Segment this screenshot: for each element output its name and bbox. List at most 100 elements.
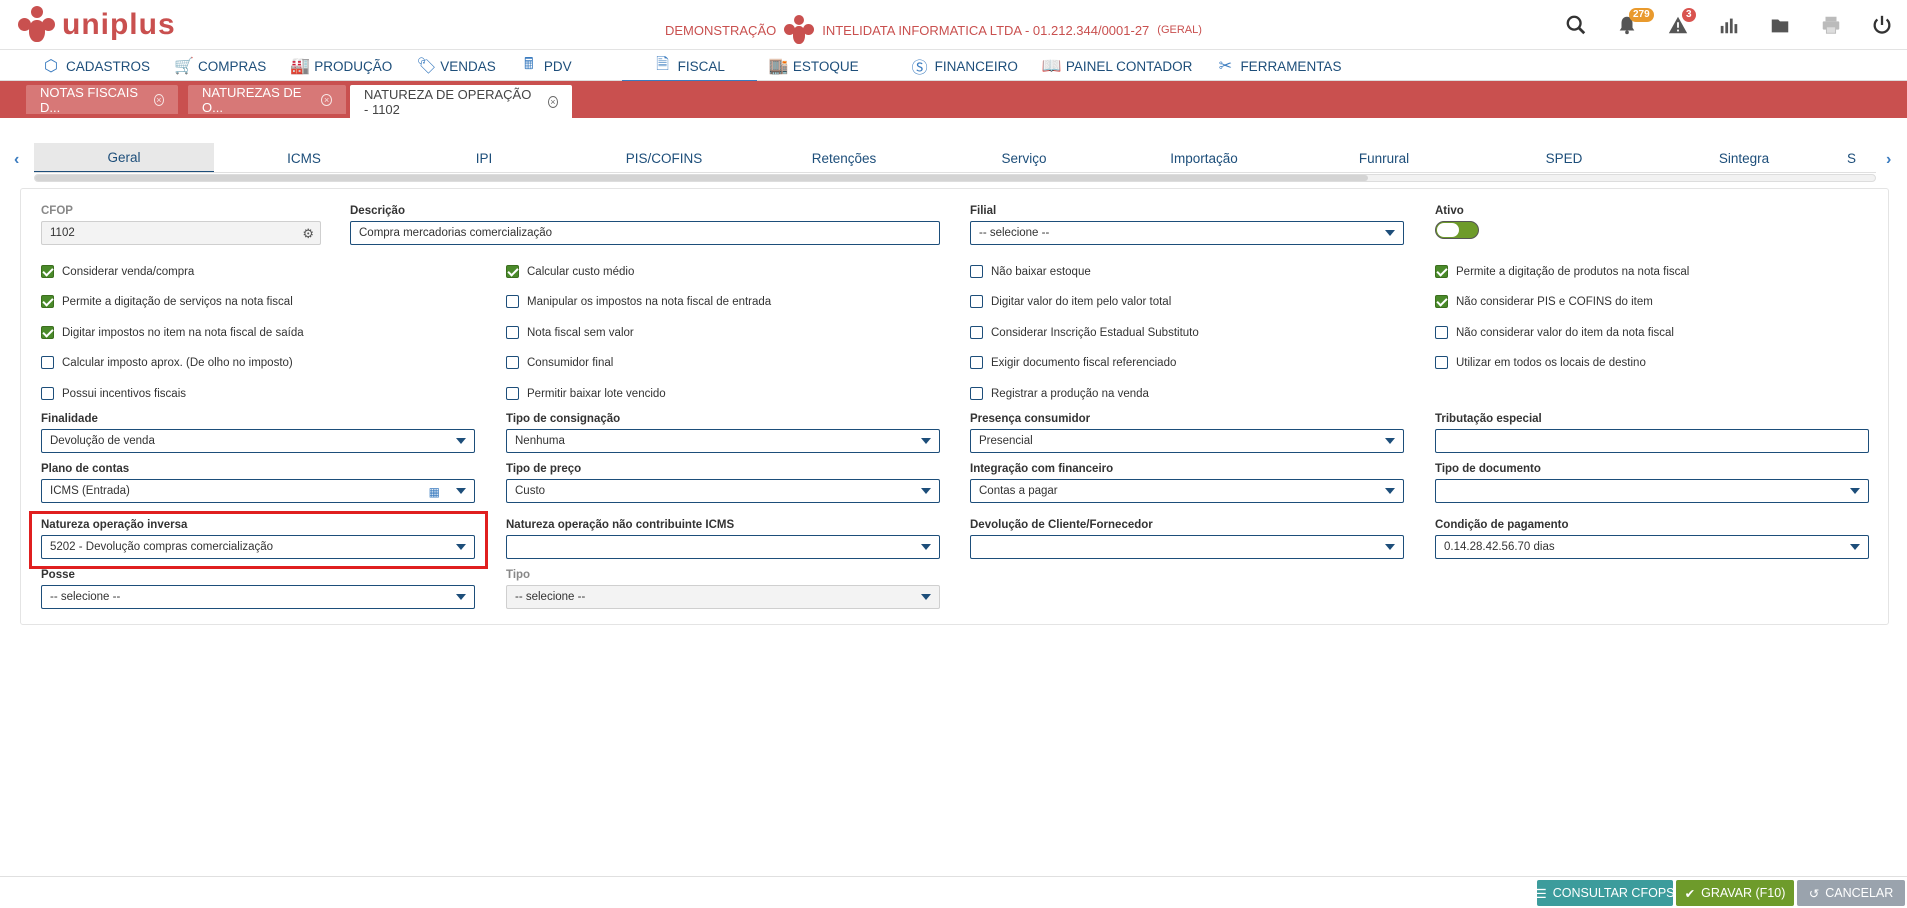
tab-pis-cofins[interactable]: PIS/COFINS bbox=[574, 143, 754, 172]
checkbox-box[interactable] bbox=[506, 356, 519, 369]
tipo-consignacao-select[interactable]: Nenhuma bbox=[506, 429, 940, 453]
tab-retencoes[interactable]: Retenções bbox=[754, 143, 934, 172]
integracao-financeiro-select[interactable]: Contas a pagar bbox=[970, 479, 1404, 503]
descricao-input[interactable]: Compra mercadorias comercialização bbox=[350, 221, 940, 245]
checkbox-calcular-custo-medio[interactable]: Calcular custo médio bbox=[506, 265, 634, 278]
checkbox-exigir-documento-referenciado[interactable]: Exigir documento fiscal referenciado bbox=[970, 356, 1176, 369]
checkbox-box[interactable] bbox=[970, 356, 983, 369]
checkbox-box[interactable] bbox=[1435, 326, 1448, 339]
tab-sped[interactable]: SPED bbox=[1474, 143, 1654, 172]
checkbox-box[interactable] bbox=[970, 326, 983, 339]
checkbox-manipular-impostos[interactable]: Manipular os impostos na nota fiscal de … bbox=[506, 295, 771, 308]
company-name: INTELIDATA INFORMATICA LTDA - 01.212.344… bbox=[822, 22, 1150, 38]
tab-funrural[interactable]: Funrural bbox=[1294, 143, 1474, 172]
devolucao-cliente-select[interactable] bbox=[970, 535, 1404, 559]
checkbox-box[interactable] bbox=[1435, 356, 1448, 369]
checkbox-digitar-valor-item[interactable]: Digitar valor do item pelo valor total bbox=[970, 295, 1171, 308]
checkbox-box[interactable] bbox=[506, 326, 519, 339]
nav-painel-contador[interactable]: 📖 PAINEL CONTADOR bbox=[1030, 51, 1205, 81]
chevron-right-icon[interactable]: › bbox=[1886, 151, 1891, 169]
cfop-input[interactable]: 1102 ⚙ bbox=[41, 221, 321, 245]
cancelar-button[interactable]: ↺ CANCELAR bbox=[1797, 880, 1905, 906]
checkbox-permite-digitacao-servicos[interactable]: Permite a digitação de serviços na nota … bbox=[41, 295, 293, 308]
tab-ipi[interactable]: IPI bbox=[394, 143, 574, 172]
checkbox-box[interactable] bbox=[506, 295, 519, 308]
close-icon[interactable]: × bbox=[321, 93, 332, 106]
nav-ferramentas[interactable]: ✂ FERRAMENTAS bbox=[1204, 51, 1353, 81]
checkbox-box[interactable] bbox=[41, 326, 54, 339]
nav-financeiro[interactable]: Ⓢ FINANCEIRO bbox=[899, 51, 1030, 81]
checkbox-registrar-producao-venda[interactable]: Registrar a produção na venda bbox=[970, 387, 1149, 400]
tab-geral[interactable]: Geral bbox=[34, 143, 214, 172]
tab-importacao[interactable]: Importação bbox=[1114, 143, 1294, 172]
checkbox-box[interactable] bbox=[970, 295, 983, 308]
plano-contas-select[interactable]: ICMS (Entrada) ▦ bbox=[41, 479, 475, 503]
checkbox-box[interactable] bbox=[41, 265, 54, 278]
presenca-consumidor-select[interactable]: Presencial bbox=[970, 429, 1404, 453]
nav-fiscal[interactable]: 🗎 FISCAL bbox=[621, 51, 758, 82]
finalidade-select[interactable]: Devolução de venda bbox=[41, 429, 475, 453]
checkbox-box[interactable] bbox=[41, 356, 54, 369]
chevron-left-icon[interactable]: ‹ bbox=[14, 151, 19, 169]
checkbox-considerar-venda-compra[interactable]: Considerar venda/compra bbox=[41, 265, 194, 278]
scrollbar-thumb[interactable] bbox=[35, 175, 1368, 181]
gear-icon[interactable]: ⚙ bbox=[302, 226, 314, 242]
checkbox-nao-considerar-pis-cofins[interactable]: Não considerar PIS e COFINS do item bbox=[1435, 295, 1653, 308]
printer-icon[interactable] bbox=[1805, 0, 1856, 50]
tabs-scrollbar[interactable] bbox=[34, 174, 1876, 182]
tab-sintegra[interactable]: Sintegra bbox=[1654, 143, 1834, 172]
checkbox-utilizar-todos-locais[interactable]: Utilizar em todos os locais de destino bbox=[1435, 356, 1646, 369]
checkbox-box[interactable] bbox=[970, 387, 983, 400]
nav-pdv[interactable]: 🖩 PDV bbox=[508, 51, 622, 81]
logo[interactable]: uniplus bbox=[18, 6, 176, 44]
search-icon[interactable] bbox=[1550, 0, 1601, 50]
checkbox-box[interactable] bbox=[1435, 295, 1448, 308]
power-icon[interactable] bbox=[1856, 0, 1907, 50]
reports-chart-icon[interactable] bbox=[1703, 0, 1754, 50]
alert-triangle-icon[interactable]: 3 bbox=[1652, 0, 1703, 50]
checkbox-possui-incentivos[interactable]: Possui incentivos fiscais bbox=[41, 387, 186, 400]
nav-cadastros[interactable]: ⬡ CADASTROS bbox=[30, 51, 162, 81]
tab-icms[interactable]: ICMS bbox=[214, 143, 394, 172]
doc-tab-naturezas[interactable]: NATUREZAS DE O... × bbox=[188, 85, 346, 115]
checkbox-permitir-lote-vencido[interactable]: Permitir baixar lote vencido bbox=[506, 387, 666, 400]
natureza-nao-contribuinte-select[interactable] bbox=[506, 535, 940, 559]
doc-tab-notas-fiscais[interactable]: NOTAS FISCAIS D... × bbox=[26, 85, 178, 115]
checkbox-inscricao-estadual-substituto[interactable]: Considerar Inscrição Estadual Substituto bbox=[970, 326, 1199, 339]
nav-compras[interactable]: 🛒 COMPRAS bbox=[162, 51, 278, 81]
checkbox-box[interactable] bbox=[506, 387, 519, 400]
tipo-select[interactable]: -- selecione -- bbox=[506, 585, 940, 609]
checkbox-nota-fiscal-sem-valor[interactable]: Nota fiscal sem valor bbox=[506, 326, 634, 339]
checkbox-box[interactable] bbox=[506, 265, 519, 278]
checkbox-digitar-impostos-saida[interactable]: Digitar impostos no item na nota fiscal … bbox=[41, 326, 304, 339]
checkbox-nao-considerar-valor-item[interactable]: Não considerar valor do item da nota fis… bbox=[1435, 326, 1674, 339]
checkbox-calcular-imposto-aprox[interactable]: Calcular imposto aprox. (De olho no impo… bbox=[41, 356, 293, 369]
checkbox-nao-baixar-estoque[interactable]: Não baixar estoque bbox=[970, 265, 1091, 278]
checkbox-box[interactable] bbox=[41, 295, 54, 308]
condicao-pagamento-select[interactable]: 0.14.28.42.56.70 dias bbox=[1435, 535, 1869, 559]
ativo-toggle[interactable] bbox=[1435, 221, 1479, 239]
tipo-preco-select[interactable]: Custo bbox=[506, 479, 940, 503]
checkbox-box[interactable] bbox=[970, 265, 983, 278]
doc-tab-natureza-1102[interactable]: NATUREZA DE OPERAÇÃO - 1102 × bbox=[350, 85, 572, 118]
folder-icon[interactable] bbox=[1754, 0, 1805, 50]
tipo-documento-select[interactable] bbox=[1435, 479, 1869, 503]
consultar-cfops-button[interactable]: ☰ CONSULTAR CFOPS bbox=[1536, 880, 1675, 906]
tab-overflow[interactable]: S bbox=[1834, 143, 1856, 172]
checkbox-consumidor-final[interactable]: Consumidor final bbox=[506, 356, 613, 369]
tributacao-especial-input[interactable] bbox=[1435, 429, 1869, 453]
checkbox-box[interactable] bbox=[1435, 265, 1448, 278]
table-icon[interactable]: ▦ bbox=[429, 485, 440, 499]
nav-producao[interactable]: 🏭 PRODUÇÃO bbox=[278, 51, 404, 81]
nav-estoque[interactable]: 🏬 ESTOQUE bbox=[757, 51, 899, 81]
posse-select[interactable]: -- selecione -- bbox=[41, 585, 475, 609]
close-icon[interactable]: × bbox=[153, 93, 164, 106]
close-icon[interactable]: × bbox=[547, 95, 558, 108]
tab-servico[interactable]: Serviço bbox=[934, 143, 1114, 172]
nav-vendas[interactable]: 🏷 VENDAS bbox=[404, 51, 508, 81]
filial-select[interactable]: -- selecione -- bbox=[970, 221, 1404, 245]
notifications-bell-icon[interactable]: 279 bbox=[1601, 0, 1654, 50]
checkbox-permite-digitacao-produtos[interactable]: Permite a digitação de produtos na nota … bbox=[1435, 265, 1689, 278]
gravar-button[interactable]: ✔ GRAVAR (F10) bbox=[1676, 880, 1794, 906]
checkbox-box[interactable] bbox=[41, 387, 54, 400]
